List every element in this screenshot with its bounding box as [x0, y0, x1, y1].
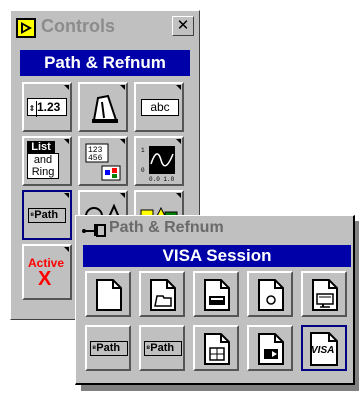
activex-palette-button[interactable]: Active X [22, 244, 72, 300]
visa-refnum-label: VISA [311, 345, 335, 356]
numeric-palette-button[interactable]: ⇕ 1.23 [22, 82, 72, 132]
list-ring-icon: List and Ring [27, 141, 65, 181]
device-refnum-icon [204, 279, 230, 311]
device-refnum-button[interactable] [193, 271, 239, 317]
graph-icon: 1 0 0.0 1.0 [141, 146, 175, 182]
path-button[interactable]: ⁸Path [85, 325, 131, 371]
visa-palette-title: Path & Refnum [109, 219, 224, 236]
labview-logo-icon [16, 18, 36, 38]
close-button[interactable]: ✕ [172, 16, 194, 36]
path-ring-button[interactable]: ⁸Path [139, 325, 185, 371]
occurrence-refnum-button[interactable] [247, 271, 293, 317]
svg-text:1: 1 [141, 147, 145, 154]
digital-control-icon: ⇕ 1.23 [27, 98, 67, 117]
array-cluster-icon: 123 456 [85, 143, 121, 181]
datalog-refnum-icon [204, 333, 230, 365]
directory-refnum-button[interactable] [139, 271, 185, 317]
list-ring-palette-button[interactable]: List and Ring [22, 136, 72, 186]
slide-palette-button[interactable] [78, 82, 128, 132]
controls-titlebar[interactable]: Controls ✕ [14, 14, 196, 42]
graph-palette-button[interactable]: 1 0 0.0 1.0 [134, 136, 184, 186]
string-control-icon: abc [141, 99, 179, 116]
path-refnum-subpalette: Path & Refnum VISA Session ⁸Path ⁸Path V… [75, 215, 359, 391]
path-ring-icon: ⁸Path [144, 341, 182, 356]
close-icon: ✕ [176, 17, 190, 34]
svg-text:0: 0 [141, 167, 145, 174]
byte-stream-refnum-icon [312, 279, 338, 311]
pin-icon[interactable] [81, 221, 107, 237]
activex-x-mark: X [38, 268, 52, 290]
directory-refnum-icon [150, 279, 176, 311]
byte-stream-refnum-button[interactable] [301, 271, 347, 317]
path-refnum-palette-button[interactable]: ⁸Path [22, 190, 72, 240]
path-refnum-icon: ⁸Path [28, 208, 66, 223]
path-icon: ⁸Path [90, 341, 128, 356]
array-cluster-palette-button[interactable]: 123 456 [78, 136, 128, 186]
controls-subpalette-banner: Path & Refnum [20, 50, 190, 76]
application-refnum-button[interactable] [247, 325, 293, 371]
visa-titlebar[interactable]: Path & Refnum [77, 217, 353, 241]
datalog-refnum-button[interactable] [193, 325, 239, 371]
svg-text:456: 456 [88, 154, 103, 163]
string-palette-button[interactable]: abc [134, 82, 184, 132]
file-refnum-icon [96, 279, 122, 311]
application-refnum-icon [258, 333, 284, 365]
controls-title: Controls [41, 16, 115, 36]
file-refnum-button[interactable] [85, 271, 131, 317]
visa-session-banner: VISA Session [83, 245, 351, 267]
svg-text:0.0 1.0: 0.0 1.0 [149, 176, 175, 182]
occurrence-refnum-icon [258, 279, 284, 311]
visa-refnum-button[interactable]: VISA [301, 325, 347, 371]
slide-control-icon [92, 94, 118, 123]
